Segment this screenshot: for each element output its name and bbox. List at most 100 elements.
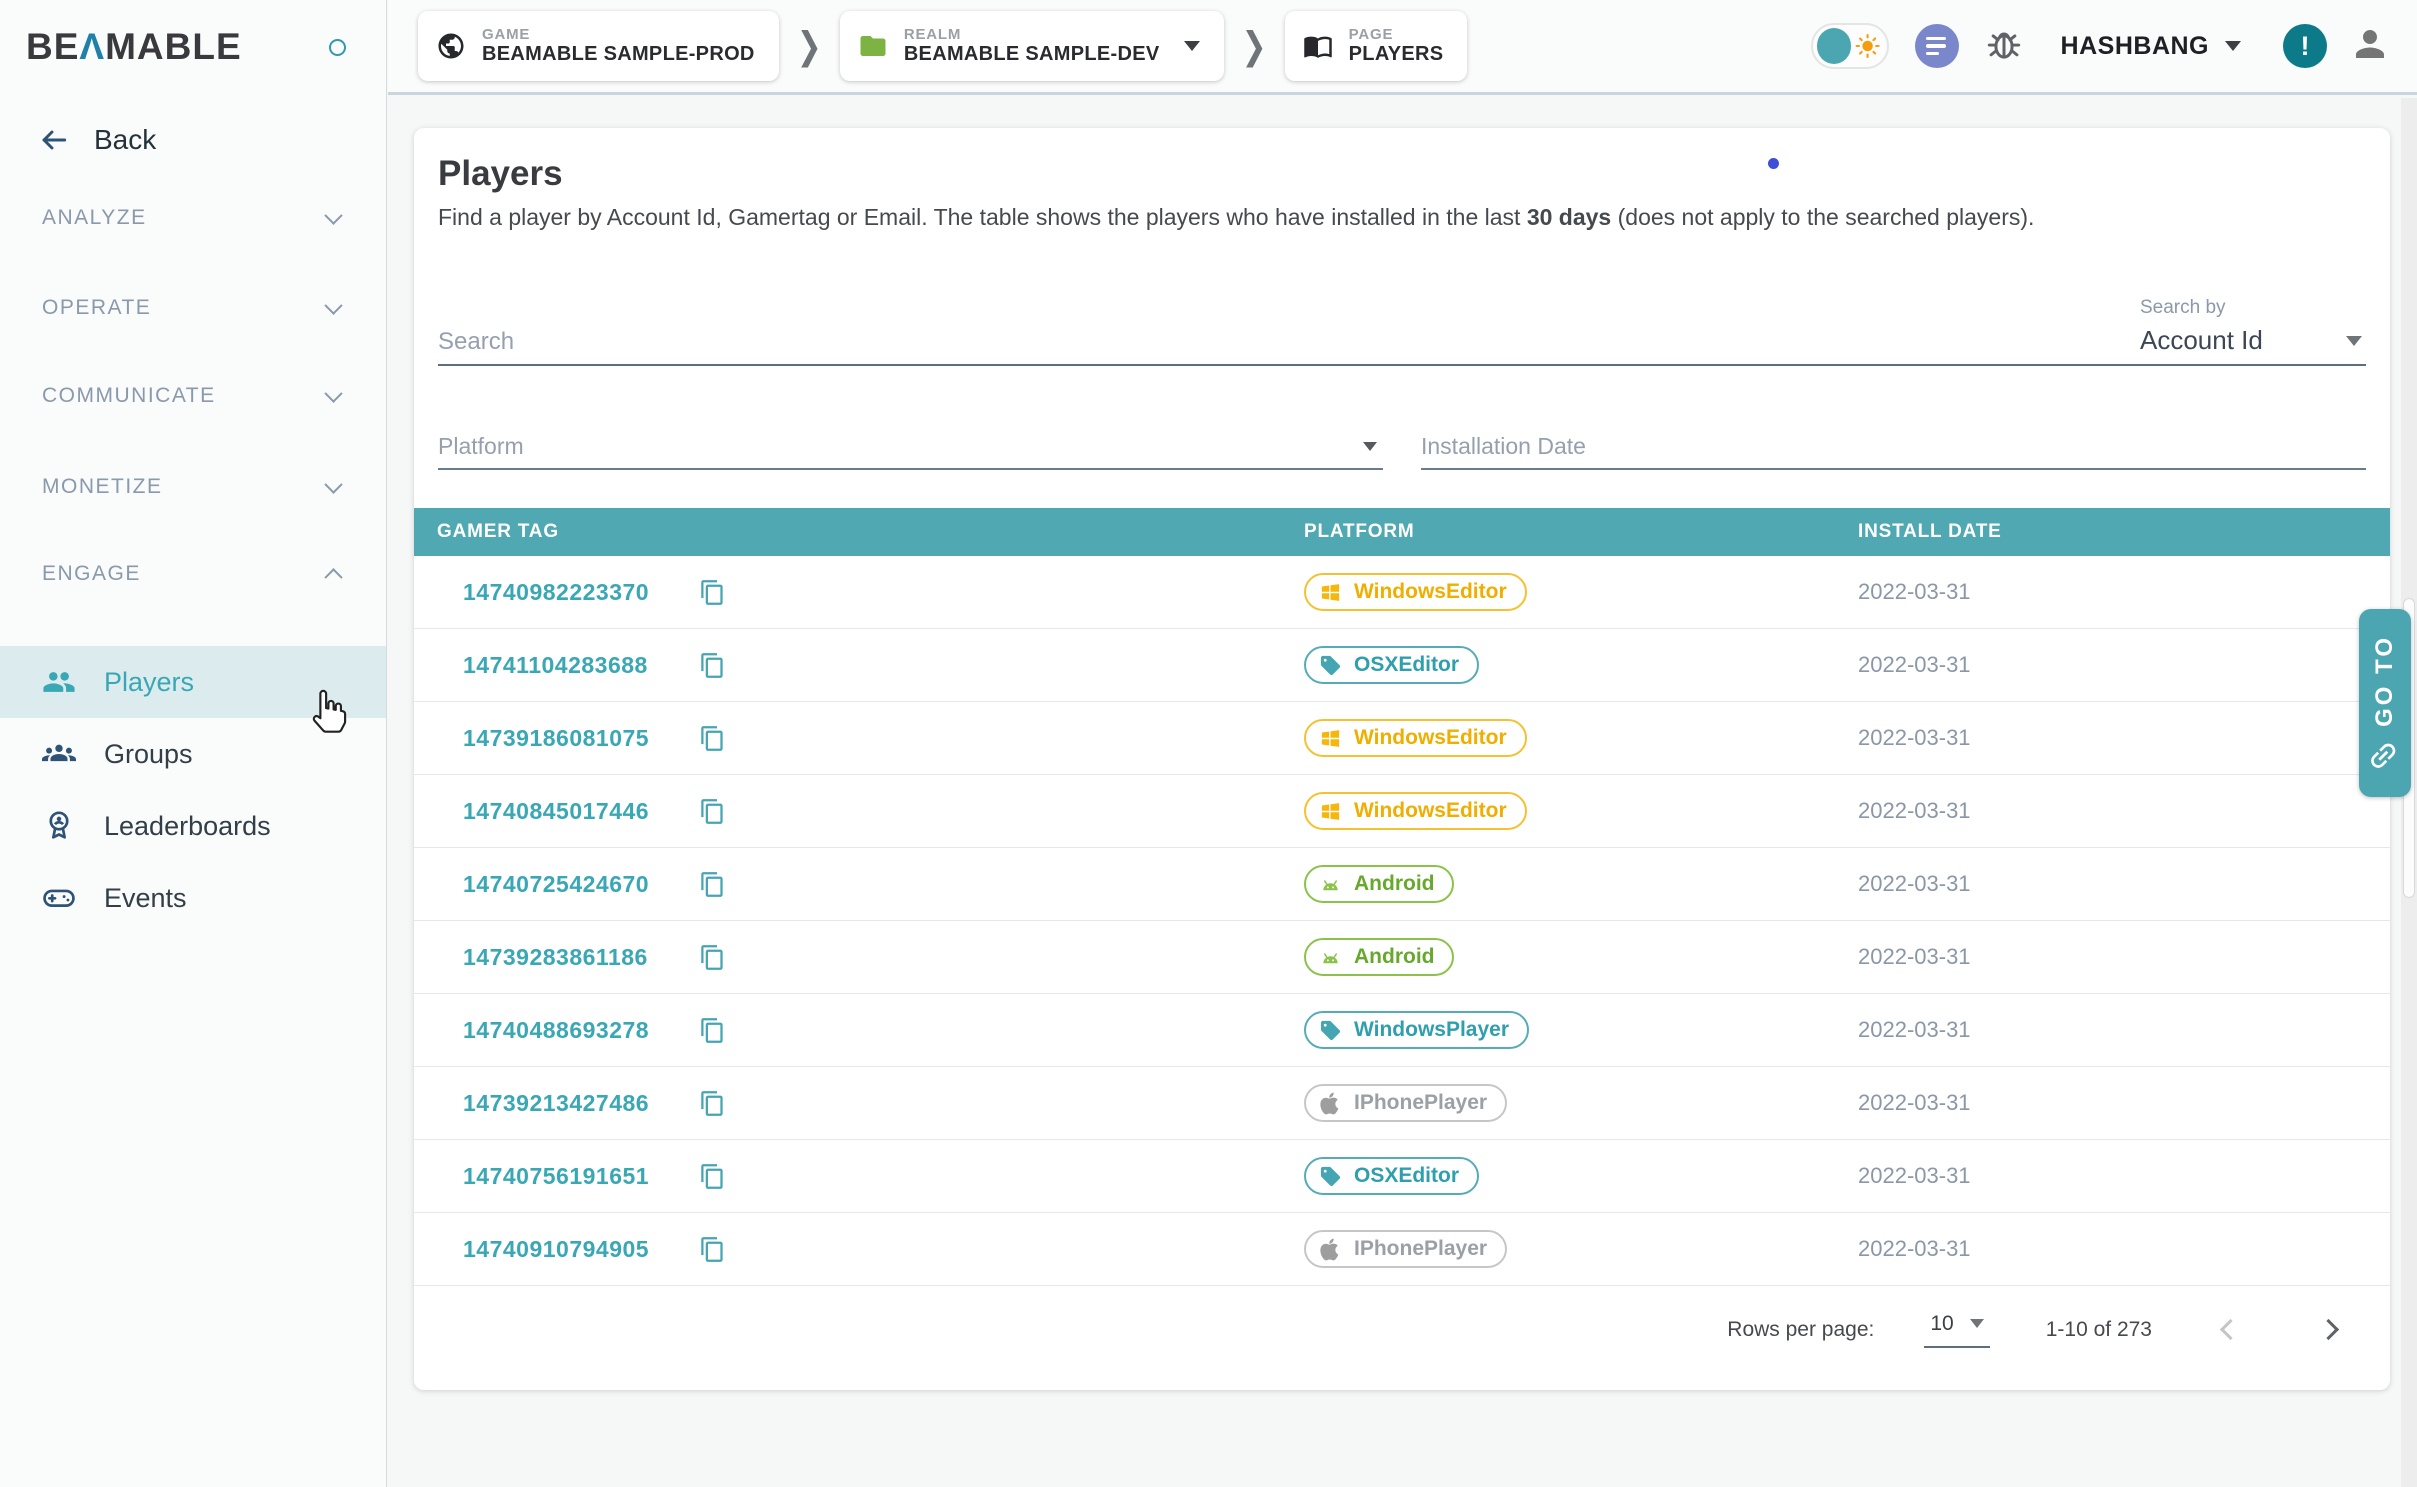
goto-tab[interactable]: GO TO	[2359, 609, 2411, 797]
nav-item-label: Groups	[104, 739, 193, 770]
chip-value: PLAYERS	[1349, 43, 1444, 66]
sidebar-item-groups[interactable]: Groups	[0, 718, 386, 790]
install-date: 2022-03-31	[1858, 725, 2390, 751]
chevron-right-icon: ❯	[1242, 24, 1267, 68]
filters-row: Platform Installation Date	[438, 424, 2366, 470]
gamer-tag-link[interactable]: 14739186081075	[463, 725, 699, 752]
sidebar-section-operate[interactable]: OPERATE	[0, 285, 386, 331]
sidebar-section-engage[interactable]: ENGAGE	[0, 551, 386, 597]
apple-icon	[1319, 1238, 1342, 1261]
nav-item-label: Players	[104, 667, 194, 698]
platform-badge-windowseditor: WindowsEditor	[1304, 792, 1527, 830]
copy-icon[interactable]	[699, 652, 726, 679]
back-button[interactable]: Back	[38, 118, 156, 162]
search-by-label: Search by	[2140, 297, 2366, 319]
platform-select[interactable]: Platform	[438, 424, 1383, 470]
install-date: 2022-03-31	[1858, 652, 2390, 678]
alerts-button[interactable]: !	[2283, 24, 2327, 68]
install-date: 2022-03-31	[1858, 579, 2390, 605]
book-icon	[1303, 31, 1333, 61]
caret-down-icon	[1970, 1319, 1984, 1328]
platform-badge-windowseditor: WindowsEditor	[1304, 573, 1527, 611]
breadcrumb-game-chip[interactable]: GAME BEAMABLE SAMPLE-PROD	[418, 11, 779, 81]
status-ring-icon	[329, 39, 346, 56]
groups-icon	[42, 737, 76, 771]
chip-value: BEAMABLE SAMPLE-DEV	[904, 43, 1160, 66]
table-row: 14740725424670 Android 2022-03-31	[414, 848, 2390, 921]
gamer-tag-link[interactable]: 14740725424670	[463, 871, 699, 898]
account-name: HASHBANG	[2061, 32, 2209, 61]
copy-icon[interactable]	[699, 944, 726, 971]
goto-label: GO TO	[2371, 635, 2399, 727]
table-header: GAMER TAG PLATFORM INSTALL DATE	[414, 508, 2390, 556]
medal-icon	[42, 809, 76, 843]
sidebar-section-communicate[interactable]: COMMUNICATE	[0, 373, 386, 419]
rows-per-page-value: 10	[1930, 1312, 1953, 1336]
page-title: Players	[438, 154, 2366, 194]
copy-icon[interactable]	[699, 1163, 726, 1190]
breadcrumb-page-chip[interactable]: PAGE PLAYERS	[1285, 11, 1468, 81]
breadcrumb-realm-chip[interactable]: REALM BEAMABLE SAMPLE-DEV	[840, 11, 1224, 81]
gamer-tag-link[interactable]: 14739213427486	[463, 1090, 699, 1117]
column-platform: PLATFORM	[1304, 521, 1858, 543]
platform-badge-android: Android	[1304, 865, 1454, 903]
copy-icon[interactable]	[699, 1090, 726, 1117]
gamer-tag-link[interactable]: 14740910794905	[463, 1236, 699, 1263]
table-row: 14740982223370 WindowsEditor 2022-03-31	[414, 556, 2390, 629]
logo-text: BE	[26, 26, 79, 67]
gamer-tag-link[interactable]: 14740488693278	[463, 1017, 699, 1044]
copy-icon[interactable]	[699, 1017, 726, 1044]
quick-menu-button[interactable]	[1915, 24, 1959, 68]
account-menu[interactable]: HASHBANG	[2061, 32, 2241, 61]
copy-icon[interactable]	[699, 725, 726, 752]
caret-down-icon	[1363, 442, 1377, 451]
players-table: GAMER TAG PLATFORM INSTALL DATE 14740982…	[414, 508, 2390, 1286]
back-label: Back	[94, 124, 156, 156]
copy-icon[interactable]	[699, 579, 726, 606]
copy-icon[interactable]	[699, 871, 726, 898]
sidebar-section-analyze[interactable]: ANALYZE	[0, 195, 386, 241]
sidebar-item-leaderboards[interactable]: Leaderboards	[0, 790, 386, 862]
bug-icon	[1983, 23, 2025, 65]
gamer-tag-link[interactable]: 14741104283688	[463, 652, 699, 679]
gamer-tag-link[interactable]: 14740982223370	[463, 579, 699, 606]
gamer-tag-link[interactable]: 14740756191651	[463, 1163, 699, 1190]
chevron-left-icon	[2219, 1319, 2240, 1340]
gamer-tag-link[interactable]: 14740845017446	[463, 798, 699, 825]
copy-icon[interactable]	[699, 1236, 726, 1263]
search-by-select[interactable]: Search by Account Id	[2140, 297, 2366, 366]
section-label: OPERATE	[42, 296, 151, 320]
section-label: COMMUNICATE	[42, 384, 216, 408]
gamer-tag-link[interactable]: 14739283861186	[463, 944, 699, 971]
gamepad-icon	[42, 881, 76, 915]
search-input[interactable]	[438, 320, 2140, 366]
sun-icon	[1855, 33, 1880, 59]
rows-per-page-select[interactable]: 10	[1924, 1312, 1989, 1348]
install-date: 2022-03-31	[1858, 944, 2390, 970]
copy-icon[interactable]	[699, 798, 726, 825]
windows-icon	[1319, 800, 1342, 823]
platform-badge-windowseditor: WindowsEditor	[1304, 719, 1527, 757]
exclamation-icon: !	[2301, 31, 2310, 62]
brand-logo: BEΛMABLE	[26, 26, 346, 68]
sidebar-item-events[interactable]: Events	[0, 862, 386, 934]
bug-report-button[interactable]	[1983, 23, 2025, 70]
sidebar-section-monetize[interactable]: MONETIZE	[0, 464, 386, 510]
person-icon	[2349, 23, 2391, 65]
section-label: ENGAGE	[42, 562, 141, 586]
table-row: 14739283861186 Android 2022-03-31	[414, 921, 2390, 994]
installation-date-input[interactable]: Installation Date	[1421, 424, 2366, 470]
sidebar-item-players[interactable]: Players	[0, 646, 386, 718]
people-icon	[42, 665, 76, 699]
next-page-button[interactable]	[2308, 1310, 2348, 1350]
topbar-actions: HASHBANG !	[1811, 0, 2391, 92]
android-icon	[1319, 946, 1342, 969]
windows-icon	[1319, 581, 1342, 604]
previous-page-button[interactable]	[2210, 1310, 2250, 1350]
avatar[interactable]	[2349, 23, 2391, 70]
globe-icon	[436, 31, 466, 61]
theme-toggle[interactable]	[1811, 23, 1889, 69]
chevron-down-icon	[324, 384, 342, 402]
column-gamer-tag: GAMER TAG	[437, 521, 1304, 543]
install-date: 2022-03-31	[1858, 871, 2390, 897]
